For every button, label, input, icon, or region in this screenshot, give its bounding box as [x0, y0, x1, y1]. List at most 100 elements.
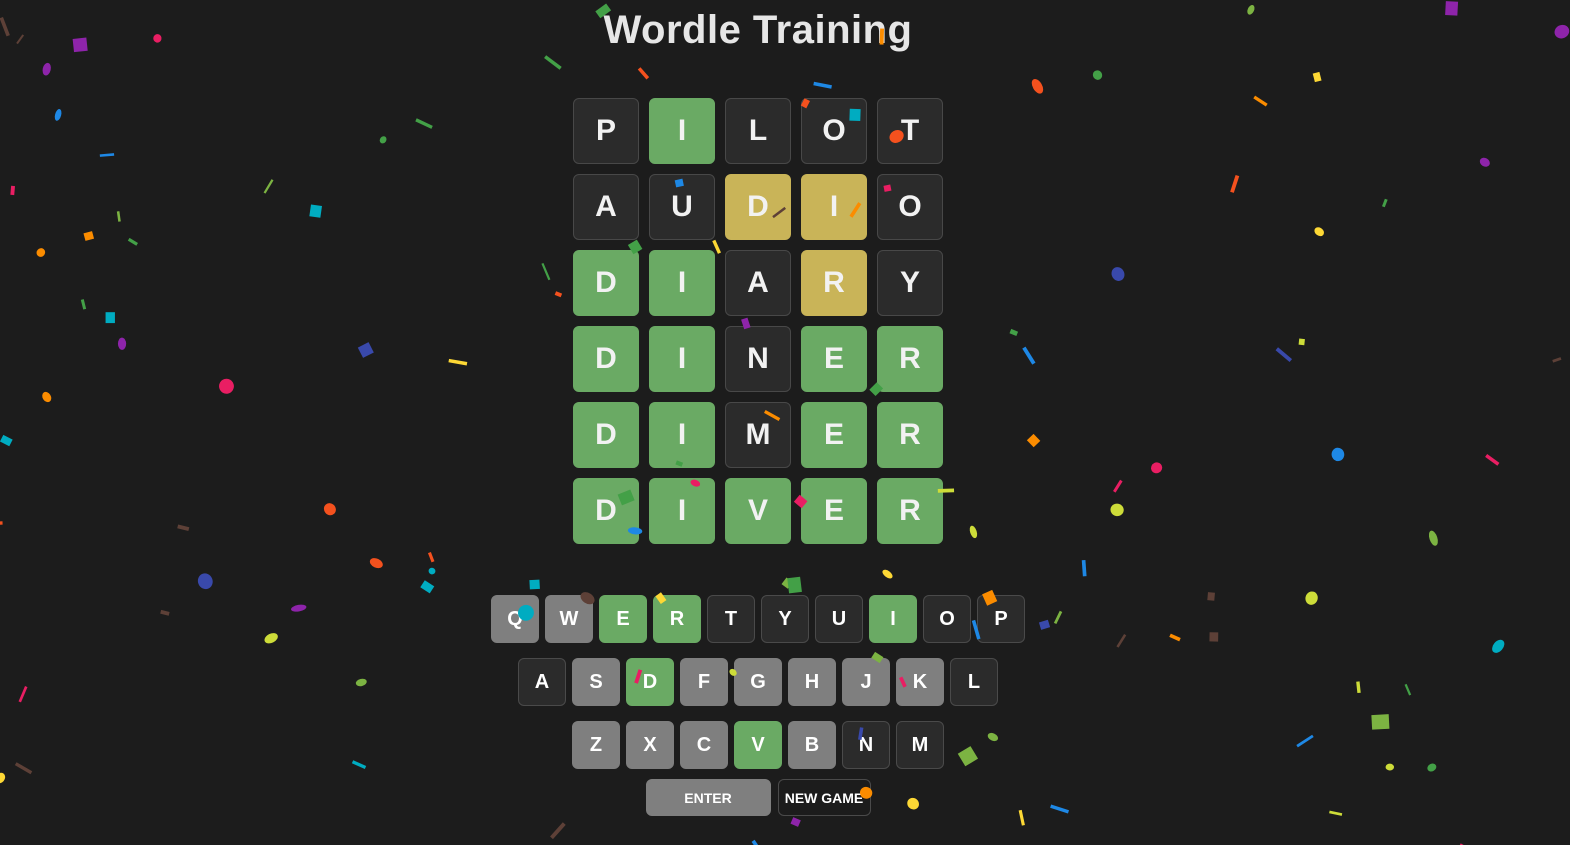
confetti-piece	[448, 358, 468, 366]
board-tile: I	[801, 174, 867, 240]
confetti-piece	[415, 118, 433, 129]
page-title: Wordle Training	[603, 8, 913, 52]
game-page: Wordle Training PILOTAUDIODIARYDINERDIME…	[0, 0, 1570, 845]
confetti-piece	[42, 62, 51, 76]
board-tile: V	[725, 478, 791, 544]
key-c[interactable]: C	[680, 721, 728, 769]
key-m[interactable]: M	[896, 721, 944, 769]
confetti-piece	[790, 817, 801, 827]
confetti-piece	[1081, 559, 1087, 577]
board-tile: N	[725, 326, 791, 392]
confetti-piece	[1110, 503, 1124, 517]
confetti-piece	[80, 299, 87, 310]
confetti-piece	[529, 579, 540, 590]
key-n[interactable]: N	[842, 721, 890, 769]
confetti-piece	[116, 211, 121, 222]
confetti-piece	[309, 204, 322, 218]
confetti-piece	[323, 503, 336, 516]
confetti-piece	[427, 552, 435, 563]
confetti-piece	[1009, 328, 1019, 337]
key-v[interactable]: V	[734, 721, 782, 769]
key-r[interactable]: R	[653, 595, 701, 643]
confetti-piece	[1253, 95, 1268, 107]
confetti-piece	[83, 231, 95, 241]
confetti-piece	[1111, 267, 1125, 281]
confetti-piece	[1230, 174, 1240, 193]
confetti-piece	[369, 558, 383, 569]
key-i[interactable]: I	[869, 595, 917, 643]
key-w[interactable]: W	[545, 595, 593, 643]
board-tile: E	[801, 326, 867, 392]
key-f[interactable]: F	[680, 658, 728, 706]
confetti-piece	[1428, 530, 1438, 546]
confetti-piece	[428, 567, 436, 575]
confetti-piece	[813, 81, 832, 89]
confetti-piece	[0, 521, 3, 525]
confetti-piece	[357, 342, 374, 358]
key-x[interactable]: X	[626, 721, 674, 769]
confetti-piece	[10, 185, 16, 196]
confetti-piece	[54, 109, 62, 121]
keyboard-row: ASDFGHJKL	[0, 658, 1516, 706]
board-tile: T	[877, 98, 943, 164]
board-tile: A	[725, 250, 791, 316]
key-p[interactable]: P	[977, 595, 1025, 643]
confetti-piece	[1552, 357, 1562, 363]
key-d[interactable]: D	[626, 658, 674, 706]
confetti-piece	[1275, 347, 1293, 362]
confetti-piece	[177, 524, 190, 532]
confetti-piece	[1479, 157, 1490, 167]
board-tile: Y	[877, 250, 943, 316]
board-tile: E	[801, 478, 867, 544]
board-tile: A	[573, 174, 639, 240]
key-g[interactable]: G	[734, 658, 782, 706]
board-tile: D	[725, 174, 791, 240]
key-j[interactable]: J	[842, 658, 890, 706]
board-tile: L	[725, 98, 791, 164]
new-game-button[interactable]: NEW GAME	[777, 779, 871, 816]
board-tile: R	[877, 326, 943, 392]
key-o[interactable]: O	[923, 595, 971, 643]
board-tile: E	[801, 402, 867, 468]
keyboard-row: ZXCVBNM	[0, 721, 1516, 769]
key-l[interactable]: L	[950, 658, 998, 706]
key-s[interactable]: S	[572, 658, 620, 706]
confetti-piece	[379, 136, 387, 144]
key-a[interactable]: A	[518, 658, 566, 706]
confetti-piece	[554, 291, 563, 298]
key-h[interactable]: H	[788, 658, 836, 706]
key-q[interactable]: Q	[491, 595, 539, 643]
confetti-piece	[263, 179, 274, 194]
action-bar: ENTER NEW GAME	[0, 779, 1516, 816]
on-screen-keyboard: QWERTYUIOP ASDFGHJKL ZXCVBNM	[0, 595, 1516, 784]
confetti-piece	[36, 248, 46, 257]
board-tile: I	[649, 402, 715, 468]
key-y[interactable]: Y	[761, 595, 809, 643]
confetti-piece	[117, 337, 127, 350]
board-tile: U	[649, 174, 715, 240]
key-k[interactable]: K	[896, 658, 944, 706]
confetti-piece	[1314, 227, 1325, 237]
confetti-piece	[1031, 78, 1044, 94]
key-t[interactable]: T	[707, 595, 755, 643]
confetti-piece	[99, 153, 115, 157]
confetti-piece	[197, 573, 213, 590]
key-z[interactable]: Z	[572, 721, 620, 769]
key-u[interactable]: U	[815, 595, 863, 643]
board-tile: D	[573, 402, 639, 468]
confetti-piece	[1022, 346, 1036, 365]
board-tile: M	[725, 402, 791, 468]
key-e[interactable]: E	[599, 595, 647, 643]
board-tile: D	[573, 326, 639, 392]
confetti-piece	[0, 434, 13, 447]
confetti-piece	[420, 580, 435, 594]
confetti-piece	[1298, 338, 1305, 346]
confetti-piece	[1113, 479, 1123, 493]
key-b[interactable]: B	[788, 721, 836, 769]
board-tile: D	[573, 478, 639, 544]
enter-button[interactable]: ENTER	[645, 779, 771, 816]
keyboard-row: QWERTYUIOP	[0, 595, 1516, 643]
board-tile: O	[801, 98, 867, 164]
confetti-piece	[882, 569, 893, 579]
confetti-piece	[751, 839, 758, 845]
